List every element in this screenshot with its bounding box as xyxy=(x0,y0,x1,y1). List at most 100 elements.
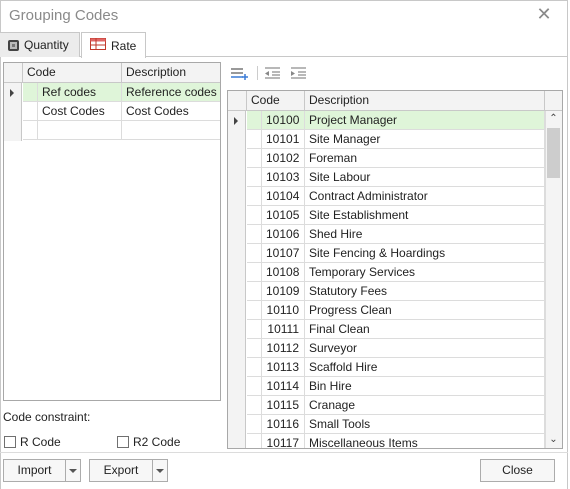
table-row[interactable]: 10112 Surveyor xyxy=(247,339,545,358)
table-row[interactable]: 10107 Site Fencing & Hoardings xyxy=(247,244,545,263)
tab-rate[interactable]: Rate xyxy=(81,32,146,58)
table-row[interactable]: 10104 Contract Administrator xyxy=(247,187,545,206)
column-header-description[interactable]: Description xyxy=(122,63,220,82)
toolbar-separator xyxy=(257,66,258,80)
close-icon[interactable]: ✕ xyxy=(536,5,552,23)
cell-code: 10112 xyxy=(261,339,305,357)
table-row[interactable]: 10100 Project Manager xyxy=(247,111,545,130)
group-grid-header: Code Description xyxy=(4,63,220,83)
table-row[interactable]: 10103 Site Labour xyxy=(247,168,545,187)
cell-description: Cost Codes xyxy=(126,104,189,118)
indent-icon[interactable] xyxy=(290,66,308,83)
header-indicator xyxy=(4,63,23,82)
export-button[interactable]: Export xyxy=(89,459,153,482)
cell-code: 10104 xyxy=(261,187,305,205)
row-indicator-column xyxy=(4,83,22,141)
table-row[interactable]: 10115 Cranage xyxy=(247,396,545,415)
table-row[interactable]: 10105 Site Establishment xyxy=(247,206,545,225)
column-header-code[interactable]: Code xyxy=(23,63,122,82)
cell-code: 10102 xyxy=(261,149,305,167)
cell-description: Surveyor xyxy=(305,339,545,357)
cell-code: 10114 xyxy=(261,377,305,395)
cell-code: Ref codes xyxy=(37,83,122,101)
scroll-up-icon[interactable]: ⌃ xyxy=(547,113,560,125)
table-row[interactable]: 10114 Bin Hire xyxy=(247,377,545,396)
cell-description: Cranage xyxy=(305,396,545,414)
new-row[interactable] xyxy=(23,121,220,140)
table-row[interactable]: 10111 Final Clean xyxy=(247,320,545,339)
r2-code-label: R2 Code xyxy=(133,435,181,449)
code-list-grid: Code Description 10100 Project Manager 101… xyxy=(227,90,563,449)
cell-code: Cost Codes xyxy=(37,102,122,120)
table-row[interactable]: 10113 Scaffold Hire xyxy=(247,358,545,377)
outdent-icon[interactable] xyxy=(264,66,282,83)
cell-code: 10106 xyxy=(261,225,305,243)
cell-description: Scaffold Hire xyxy=(305,358,545,376)
cell-description: Bin Hire xyxy=(305,377,545,395)
tab-quantity[interactable]: Quantity xyxy=(0,32,80,57)
row-indicator-column xyxy=(228,111,246,448)
cell-code: 10116 xyxy=(261,415,305,433)
tab-rate-label: Rate xyxy=(111,38,137,53)
table-row[interactable]: 10108 Temporary Services xyxy=(247,263,545,282)
chevron-down-icon xyxy=(69,468,77,473)
cell-code: 10108 xyxy=(261,263,305,281)
column-header-description[interactable]: Description xyxy=(305,91,545,110)
scroll-down-icon[interactable]: ⌄ xyxy=(547,434,560,446)
table-row[interactable]: 10116 Small Tools xyxy=(247,415,545,434)
cell-description: Miscellaneous Items xyxy=(305,434,545,448)
group-list-grid: Code Description Ref codes Reference cod… xyxy=(3,62,221,401)
table-row[interactable]: 10117 Miscellaneous Items xyxy=(247,434,545,448)
table-row[interactable]: 10101 Site Manager xyxy=(247,130,545,149)
cell-code: 10111 xyxy=(261,320,305,338)
cell-description: Foreman xyxy=(305,149,545,167)
cell-description: Contract Administrator xyxy=(305,187,545,205)
column-header-code[interactable]: Code xyxy=(247,91,305,110)
cell-code: 10107 xyxy=(261,244,305,262)
cell-description: Final Clean xyxy=(305,320,545,338)
quantity-icon xyxy=(8,39,19,51)
cell-description: Project Manager xyxy=(305,111,545,129)
r-code-checkbox[interactable] xyxy=(4,436,16,448)
import-button[interactable]: Import xyxy=(3,459,66,482)
insert-row-icon[interactable] xyxy=(230,66,248,83)
code-constraint-label: Code constraint: xyxy=(3,410,91,424)
cell-description: Progress Clean xyxy=(305,301,545,319)
scroll-thumb[interactable] xyxy=(547,128,560,178)
tab-quantity-label: Quantity xyxy=(24,38,69,52)
cell-description: Site Fencing & Hoardings xyxy=(305,244,545,262)
rate-table-icon xyxy=(90,38,106,53)
cell-description: Statutory Fees xyxy=(305,282,545,300)
cell-description: Site Labour xyxy=(305,168,545,186)
r-code-label: R Code xyxy=(20,435,61,449)
cell-description: Temporary Services xyxy=(305,263,545,281)
cell-description: Small Tools xyxy=(305,415,545,433)
chevron-down-icon xyxy=(156,468,164,473)
table-row[interactable]: 10106 Shed Hire xyxy=(247,225,545,244)
cell-code: 10103 xyxy=(261,168,305,186)
new-cell-description[interactable] xyxy=(122,121,220,139)
table-row[interactable]: Cost Codes Cost Codes xyxy=(23,102,220,121)
cell-code: 10105 xyxy=(261,206,305,224)
cell-code: 10113 xyxy=(261,358,305,376)
cell-description: Shed Hire xyxy=(305,225,545,243)
cell-code: 10101 xyxy=(261,130,305,148)
import-dropdown-button[interactable] xyxy=(65,459,81,482)
table-row[interactable]: 10102 Foreman xyxy=(247,149,545,168)
table-row[interactable]: 10110 Progress Clean xyxy=(247,301,545,320)
header-indicator xyxy=(228,91,247,110)
cell-code: 10100 xyxy=(261,111,305,129)
cell-code: 10115 xyxy=(261,396,305,414)
table-row[interactable]: Ref codes Reference codes xyxy=(23,83,220,102)
cell-description: Site Establishment xyxy=(305,206,545,224)
cell-description: Reference codes xyxy=(126,85,217,99)
r2-code-checkbox[interactable] xyxy=(117,436,129,448)
close-button[interactable]: Close xyxy=(480,459,555,482)
current-row-arrow-icon xyxy=(10,89,14,97)
window-title: Grouping Codes xyxy=(9,7,119,24)
table-row[interactable]: 10109 Statutory Fees xyxy=(247,282,545,301)
cell-code: 10117 xyxy=(261,434,305,448)
cell-code: 10109 xyxy=(261,282,305,300)
new-cell-code[interactable] xyxy=(37,121,122,139)
export-dropdown-button[interactable] xyxy=(152,459,168,482)
